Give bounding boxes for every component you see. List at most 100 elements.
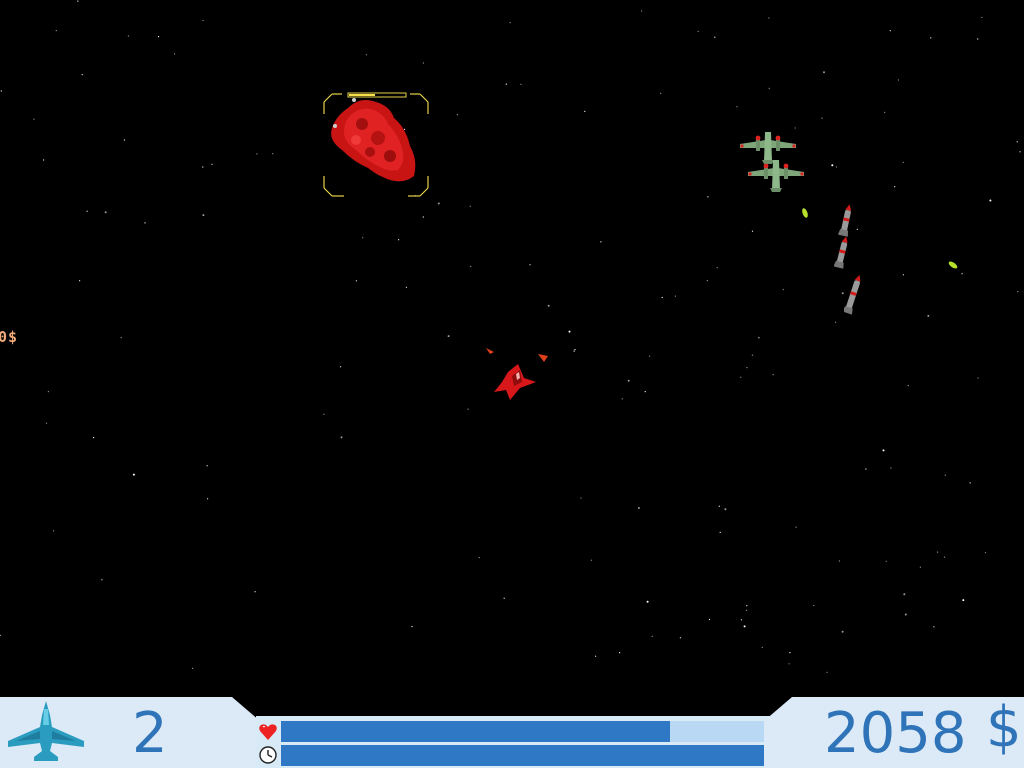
star (788, 663, 790, 665)
star (826, 671, 828, 673)
star (789, 652, 791, 654)
star (132, 473, 135, 476)
star (1019, 151, 1021, 153)
star (751, 230, 754, 232)
star (456, 114, 458, 116)
hud-status-bars (256, 716, 770, 768)
star (398, 239, 400, 241)
star (865, 468, 867, 470)
star (365, 54, 367, 56)
star (202, 19, 204, 22)
star (745, 609, 748, 611)
star (81, 74, 83, 76)
enemy-missile-3[interactable] (844, 274, 862, 316)
star (211, 163, 213, 165)
star (961, 273, 963, 275)
star (600, 241, 602, 243)
star (104, 211, 107, 214)
star (157, 36, 160, 38)
star (123, 139, 125, 141)
star (470, 265, 472, 267)
star (207, 498, 209, 500)
health-bar (281, 721, 767, 742)
enemy-missile-2[interactable] (834, 236, 850, 270)
star (782, 288, 784, 291)
star (447, 335, 450, 338)
star (821, 117, 823, 119)
star (192, 667, 194, 670)
star (33, 118, 35, 120)
star (580, 497, 582, 499)
star (646, 600, 649, 603)
star (927, 314, 930, 317)
star (984, 552, 987, 554)
star (838, 560, 841, 562)
star (841, 630, 844, 633)
money-counter: 2058 (824, 701, 967, 766)
currency-symbol: $ (986, 695, 1022, 760)
star (746, 605, 748, 607)
star (0, 90, 2, 92)
star (768, 87, 770, 89)
boss-health-bar (347, 92, 407, 98)
star (944, 474, 946, 476)
star (340, 436, 343, 439)
star (835, 321, 837, 323)
star (621, 398, 623, 400)
star (930, 37, 932, 39)
star (813, 604, 815, 607)
star (751, 354, 754, 356)
star (55, 30, 57, 32)
star (890, 467, 892, 469)
star (574, 349, 576, 351)
star (503, 597, 505, 599)
player-ship[interactable] (484, 344, 554, 406)
star (355, 280, 357, 282)
enemy-fighter-2[interactable] (746, 158, 806, 192)
star (746, 367, 748, 369)
star (0, 634, 1, 636)
health-bar-fill (281, 721, 670, 742)
star (835, 166, 838, 168)
star (509, 22, 511, 24)
star (977, 38, 979, 40)
star (651, 635, 653, 637)
star (627, 379, 630, 382)
star (697, 30, 699, 32)
star (411, 626, 413, 628)
star (706, 280, 708, 282)
boss-asteroid-ship[interactable] (318, 88, 434, 202)
star (743, 625, 746, 628)
star (505, 83, 507, 85)
star (120, 337, 122, 339)
clock-icon (259, 746, 277, 764)
star (619, 652, 621, 654)
star (885, 560, 887, 562)
lives-counter: 2 (132, 701, 168, 766)
star (340, 366, 342, 368)
star (573, 350, 575, 352)
star (943, 556, 946, 558)
star (674, 295, 677, 297)
jet-fighter-icon (8, 701, 84, 761)
star (989, 199, 992, 202)
star (77, 0, 79, 2)
star (520, 83, 522, 85)
star (323, 413, 325, 415)
game-viewport[interactable]: 00$ 2 2058 (0, 0, 1024, 768)
star (724, 508, 727, 511)
enemy-missile-1[interactable] (838, 204, 854, 238)
star (933, 626, 935, 628)
star (1017, 291, 1019, 293)
time-bar-fill (281, 745, 767, 766)
star (478, 557, 480, 559)
star (716, 267, 718, 269)
time-bar (281, 745, 767, 766)
star (660, 92, 662, 94)
star (894, 186, 896, 188)
star (568, 330, 571, 333)
star (919, 566, 922, 568)
star (736, 106, 738, 108)
star (45, 422, 48, 424)
star (86, 210, 88, 212)
